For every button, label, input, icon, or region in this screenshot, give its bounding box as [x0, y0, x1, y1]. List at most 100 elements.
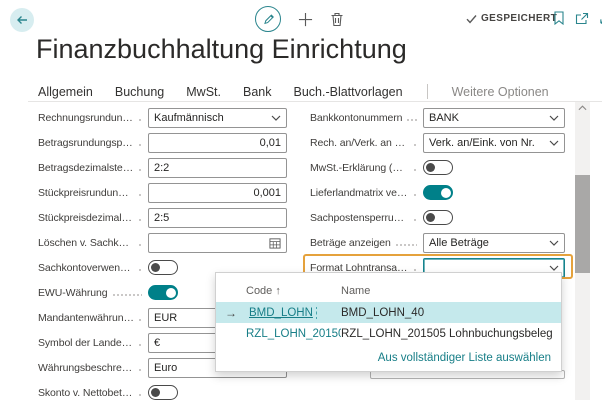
dropdown-row-bmd-lohn[interactable]: → BMD_LOHN BMD_LOHN_40 [216, 302, 561, 323]
page-title: Finanzbuchhaltung Einrichtung [36, 34, 407, 65]
checkmark-icon [466, 14, 477, 24]
field-row: Lieferlandmatrix verw... [310, 180, 565, 205]
lookup-dropdown-panel: Code ↑ Name → BMD_LOHN BMD_LOHN_40 RZL_L… [215, 272, 562, 372]
dotted-leader [138, 244, 142, 246]
tab-buch-blattvorlagen[interactable]: Buch.-Blattvorlagen [293, 85, 402, 99]
toggle-knob [426, 213, 435, 222]
field-label: Skonto v. Nettobetrag [38, 387, 134, 399]
field-label: Symbol der Landesw... [38, 337, 134, 349]
tab-bank[interactable]: Bank [243, 85, 272, 99]
dotted-leader [138, 269, 142, 271]
dotted-leader [138, 194, 142, 196]
input-value: 2:5 [154, 212, 169, 224]
field-label: Lieferlandmatrix verw... [310, 187, 409, 199]
scrollbar-thumb[interactable] [575, 175, 590, 273]
field-row: Rech. an/Verk. an Mw... Verk. an/Eink. v… [310, 130, 565, 155]
betragsrundung-input[interactable]: 0,01 [148, 133, 287, 153]
field-label: MwSt.-Erklärung (M... [310, 162, 409, 174]
field-row: Skonto v. Nettobetrag [38, 380, 287, 400]
back-button[interactable] [10, 8, 34, 32]
input-value: EUR [154, 312, 177, 324]
loeschen-sachkonten-date-input[interactable] [148, 233, 287, 253]
code-link[interactable]: RZL_LOHN_201505 [246, 328, 341, 340]
chevron-down-icon [549, 265, 559, 271]
scrollbar-up-arrow-icon[interactable] [575, 105, 590, 111]
dropdown-header-row: Code ↑ Name [216, 273, 561, 302]
field-label: Währungsbeschreibu... [38, 362, 134, 374]
tab-mwst[interactable]: MwSt. [186, 85, 221, 99]
dotted-leader [112, 294, 143, 296]
field-row: Sachpostensperrung ... [310, 205, 565, 230]
back-arrow-icon [14, 12, 30, 28]
dropdown-row-rzl-lohn[interactable]: RZL_LOHN_201505 RZL_LOHN_201505 Lohnbuch… [216, 323, 561, 344]
stueckpreisdezimalstellen-input[interactable]: 2:5 [148, 208, 287, 228]
lieferlandmatrix-toggle[interactable] [423, 185, 453, 200]
code-link[interactable]: BMD_LOHN [246, 307, 316, 319]
dropdown-footer: Aus vollständiger Liste auswählen [216, 344, 561, 371]
rechnungsrundung-combobox[interactable]: Kaufmännisch [148, 108, 287, 128]
select-from-full-list-link[interactable]: Aus vollständiger Liste auswählen [378, 352, 551, 364]
betragsdezimalstellen-input[interactable]: 2:2 [148, 158, 287, 178]
skonto-nettobetrag-toggle[interactable] [148, 385, 178, 400]
tab-allgemein[interactable]: Allgemein [38, 85, 93, 99]
input-value: 0,01 [260, 137, 281, 149]
stueckpreisrundung-input[interactable]: 0,001 [148, 183, 287, 203]
field-label: Betragsrundungspräz... [38, 137, 134, 149]
bankkontonummern-combobox[interactable]: BANK [423, 108, 565, 128]
dotted-leader [138, 319, 142, 321]
field-row: Bankkontonummern BANK [310, 105, 565, 130]
general-ledger-setup-page: GESPEICHERT Finanzbuchhaltung Einrichtun… [0, 0, 602, 400]
more-options-menu[interactable]: Weitere Optionen [452, 85, 549, 99]
saved-status: GESPEICHERT [466, 13, 557, 24]
pencil-icon [262, 13, 275, 26]
vertical-scrollbar[interactable] [575, 102, 590, 400]
chevron-down-icon [549, 115, 559, 121]
dotted-leader [138, 394, 142, 396]
field-row: Stückpreisrundungsp... 0,001 [38, 180, 287, 205]
field-label: Mandantenwährungs... [38, 312, 134, 324]
selected-row-arrow-icon: → [216, 306, 246, 320]
toggle-knob [151, 388, 160, 397]
field-label: Betragsdezimalstelle... [38, 162, 134, 174]
field-label: Löschen v. Sachkonte... [38, 237, 134, 249]
sort-ascending-icon: ↑ [275, 285, 281, 297]
toggle-knob [151, 263, 160, 272]
sachkontoverwendung-toggle[interactable] [148, 260, 178, 275]
code-column-header[interactable]: Code ↑ [246, 285, 341, 297]
calendar-icon[interactable] [269, 237, 281, 249]
input-value: Euro [154, 362, 177, 374]
dotted-leader [413, 219, 417, 221]
betraege-anzeigen-combobox[interactable]: Alle Beträge [423, 233, 565, 253]
plus-icon [298, 12, 313, 27]
bookmark-button[interactable] [553, 11, 565, 25]
name-cell: BMD_LOHN_40 [341, 307, 561, 319]
tab-buchung[interactable]: Buchung [115, 85, 164, 99]
field-label: Bankkontonummern [310, 112, 402, 124]
dotted-leader [413, 144, 417, 146]
rech-verk-mwst-combobox[interactable]: Verk. an/Eink. von Nr. [423, 133, 565, 153]
dotted-leader [413, 269, 417, 271]
field-row: Beträge anzeigen Alle Beträge [310, 230, 565, 255]
combobox-value: Kaufmännisch [154, 112, 224, 124]
dotted-leader [138, 144, 142, 146]
toggle-knob [426, 163, 435, 172]
name-cell: RZL_LOHN_201505 Lohnbuchungsbeleg [341, 328, 561, 340]
combobox-value: BANK [429, 112, 459, 124]
field-label: Rech. an/Verk. an Mw... [310, 137, 409, 149]
input-value: 0,001 [253, 187, 281, 199]
open-in-new-window-button[interactable] [575, 12, 589, 25]
field-label: EWU-Währung [38, 287, 108, 299]
delete-button[interactable] [330, 12, 344, 27]
field-row: Rechnungsrundungs... Kaufmännisch [38, 105, 287, 130]
name-column-header[interactable]: Name [341, 285, 561, 297]
section-tabs: Allgemein Buchung MwSt. Bank Buch.-Blatt… [38, 84, 549, 99]
sachpostensperrung-toggle[interactable] [423, 210, 453, 225]
dotted-leader [138, 119, 142, 121]
mwst-erklaerung-toggle[interactable] [423, 160, 453, 175]
field-label: Stückpreisdezimalstel... [38, 212, 134, 224]
combobox-value: Alle Beträge [429, 237, 489, 249]
add-button[interactable] [298, 12, 313, 27]
chevron-down-icon [549, 140, 559, 146]
edit-button[interactable] [255, 6, 281, 32]
ewu-waehrung-toggle[interactable] [148, 285, 178, 300]
